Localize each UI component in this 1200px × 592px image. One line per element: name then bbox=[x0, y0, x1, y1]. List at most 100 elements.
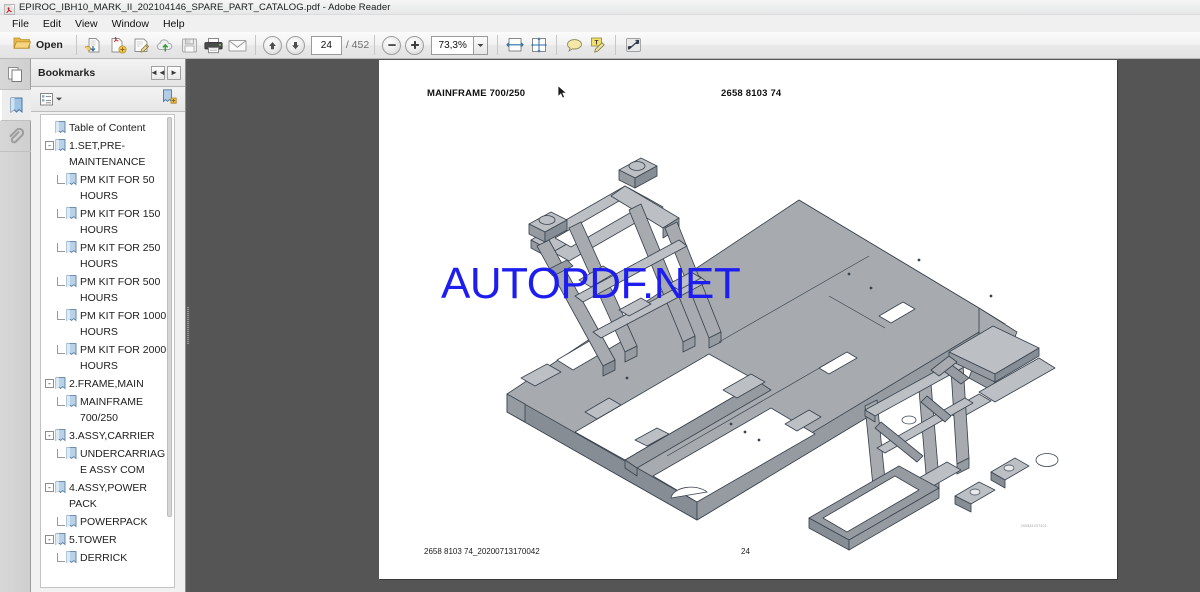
bookmark-icon bbox=[55, 121, 66, 134]
bookmark-tree-connector bbox=[57, 209, 65, 218]
bookmark-item[interactable]: - 5.TOWER bbox=[41, 531, 174, 549]
email-icon[interactable] bbox=[227, 34, 249, 56]
bookmark-tree-connector bbox=[57, 277, 65, 286]
bookmarks-panel-header: Bookmarks ◄◄ ► bbox=[31, 59, 185, 87]
comment-bubble-icon[interactable] bbox=[563, 34, 585, 56]
toolbar-separator-6 bbox=[615, 35, 617, 55]
bookmark-item[interactable]: - 4.ASSY,POWER PACK bbox=[41, 479, 174, 513]
bookmark-expander-icon[interactable]: - bbox=[45, 431, 54, 440]
bookmark-item[interactable]: - 2.FRAME,MAIN bbox=[41, 375, 174, 393]
menu-edit[interactable]: Edit bbox=[36, 17, 68, 31]
bookmark-item[interactable]: POWERPACK bbox=[41, 513, 174, 531]
bookmark-tree-connector bbox=[57, 345, 65, 354]
new-bookmark-icon[interactable] bbox=[162, 89, 177, 109]
bookmark-expander-icon[interactable]: - bbox=[45, 483, 54, 492]
chevron-down-icon[interactable] bbox=[473, 35, 489, 55]
plus-circle-icon[interactable] bbox=[405, 35, 425, 55]
bookmark-tree-connector bbox=[57, 517, 65, 526]
open-button-label: Open bbox=[36, 39, 63, 51]
print-icon[interactable] bbox=[203, 34, 225, 56]
save-icon[interactable] bbox=[179, 34, 201, 56]
mouse-cursor bbox=[557, 84, 568, 99]
bookmarks-panel-title: Bookmarks bbox=[38, 66, 96, 79]
bookmark-item[interactable]: PM KIT FOR 50 HOURS bbox=[41, 171, 174, 205]
svg-text:T: T bbox=[595, 39, 599, 46]
create-pdf-icon[interactable] bbox=[107, 34, 129, 56]
bookmarks-scrollbar[interactable] bbox=[166, 117, 173, 585]
bookmarks-list: Table of Content - 1.SET,PRE-MAINTENANCE PM… bbox=[41, 115, 174, 567]
page-total-label: / 452 bbox=[345, 39, 370, 51]
expand-panel-icon[interactable]: ► bbox=[167, 65, 181, 80]
bookmark-item[interactable]: PM KIT FOR 150 HOURS bbox=[41, 205, 174, 239]
upload-cloud-icon[interactable] bbox=[155, 34, 177, 56]
bookmark-expander-icon[interactable]: - bbox=[45, 535, 54, 544]
bookmark-expander-icon[interactable]: - bbox=[45, 141, 54, 150]
bookmark-tree-connector bbox=[57, 311, 65, 320]
bookmark-tree-connector bbox=[57, 175, 65, 184]
folder-open-icon bbox=[13, 35, 32, 55]
bookmark-item[interactable]: MAINFRAME 700/250 bbox=[41, 393, 174, 427]
bookmark-item[interactable]: PM KIT FOR 250 HOURS bbox=[41, 239, 174, 273]
arrow-down-icon[interactable] bbox=[285, 35, 305, 55]
bookmark-label: PM KIT FOR 2000 HOURS bbox=[80, 344, 167, 372]
pdf-page: MAINFRAME 700/250 2658 8103 74 .f1{fill:… bbox=[379, 60, 1117, 579]
bookmark-item[interactable]: PM KIT FOR 1000 HOURS bbox=[41, 307, 174, 341]
adobe-reader-icon bbox=[4, 2, 15, 15]
bookmark-icon bbox=[66, 395, 77, 408]
bookmark-item[interactable]: DERRICK bbox=[41, 549, 174, 567]
expand-fullscreen-icon[interactable] bbox=[622, 34, 644, 56]
zoom-level-input[interactable]: 73,3% bbox=[431, 35, 474, 55]
window-title: EPIROC_IBH10_MARK_II_202104146_SPARE_PAR… bbox=[19, 1, 391, 13]
toolbar-separator-3 bbox=[374, 35, 376, 55]
collapse-panel-icon[interactable]: ◄◄ bbox=[150, 65, 166, 80]
bookmark-icon bbox=[55, 481, 66, 494]
bookmark-icon bbox=[66, 515, 77, 528]
bookmark-icon bbox=[66, 275, 77, 288]
bookmark-item[interactable]: - 3.ASSY,CARRIER bbox=[41, 427, 174, 445]
bookmark-item[interactable]: UNDERCARRIAGE ASSY COM bbox=[41, 445, 174, 479]
sign-icon[interactable] bbox=[131, 34, 153, 56]
toolbar-separator-2 bbox=[254, 35, 256, 55]
bookmark-icon bbox=[66, 551, 77, 564]
toolbar-separator-5 bbox=[556, 35, 558, 55]
bookmark-label: 3.ASSY,CARRIER bbox=[69, 430, 155, 442]
bookmark-label: POWERPACK bbox=[80, 516, 148, 528]
bookmark-label: Table of Content bbox=[69, 122, 146, 134]
bookmark-expander-icon[interactable]: - bbox=[45, 379, 54, 388]
main-area: Bookmarks ◄◄ ► Table of Content - 1.SET,… bbox=[0, 59, 1200, 592]
minus-circle-icon[interactable] bbox=[382, 35, 402, 55]
adobe-reader-window: EPIROC_IBH10_MARK_II_202104146_SPARE_PAR… bbox=[0, 0, 1200, 592]
bookmarks-icon[interactable] bbox=[0, 90, 31, 121]
bookmark-icon bbox=[55, 139, 66, 152]
bookmark-label: 2.FRAME,MAIN bbox=[69, 378, 144, 390]
highlight-text-icon[interactable]: T bbox=[587, 34, 609, 56]
bookmark-icon bbox=[55, 533, 66, 546]
bookmark-label: 4.ASSY,POWER PACK bbox=[69, 482, 148, 510]
bookmarks-panel: Bookmarks ◄◄ ► Table of Content - 1.SET,… bbox=[31, 59, 186, 592]
bookmarks-list-container[interactable]: Table of Content - 1.SET,PRE-MAINTENANCE PM… bbox=[40, 114, 175, 588]
fit-page-icon[interactable] bbox=[528, 34, 550, 56]
pdf-viewport[interactable]: MAINFRAME 700/250 2658 8103 74 .f1{fill:… bbox=[190, 59, 1200, 592]
mainframe-isometric-drawing: .f1{fill:#a7abaf;stroke:#3a4450;stroke-w… bbox=[506, 157, 1059, 551]
bookmark-icon bbox=[66, 309, 77, 322]
bookmarks-scrollbar-thumb[interactable] bbox=[167, 117, 172, 517]
bookmark-item[interactable]: Table of Content bbox=[41, 119, 174, 137]
bookmark-label: 5.TOWER bbox=[69, 534, 117, 546]
bookmark-item[interactable]: - 1.SET,PRE-MAINTENANCE bbox=[41, 137, 174, 171]
save-copy-icon[interactable] bbox=[83, 34, 105, 56]
bookmark-icon bbox=[55, 429, 66, 442]
menu-window[interactable]: Window bbox=[105, 17, 156, 31]
menu-file[interactable]: File bbox=[5, 17, 36, 31]
bookmark-item[interactable]: PM KIT FOR 2000 HOURS bbox=[41, 341, 174, 375]
open-button[interactable]: Open bbox=[6, 34, 70, 56]
page-thumbnails-icon[interactable] bbox=[0, 59, 31, 90]
arrow-up-icon[interactable] bbox=[262, 35, 282, 55]
page-number-input[interactable]: 24 bbox=[310, 35, 342, 55]
bookmark-options-icon[interactable] bbox=[40, 92, 62, 106]
bookmark-item[interactable]: PM KIT FOR 500 HOURS bbox=[41, 273, 174, 307]
fit-width-icon[interactable] bbox=[504, 34, 526, 56]
bookmark-icon bbox=[66, 207, 77, 220]
menu-help[interactable]: Help bbox=[156, 17, 192, 31]
menu-view[interactable]: View bbox=[68, 17, 105, 31]
attachments-icon[interactable] bbox=[0, 121, 31, 152]
